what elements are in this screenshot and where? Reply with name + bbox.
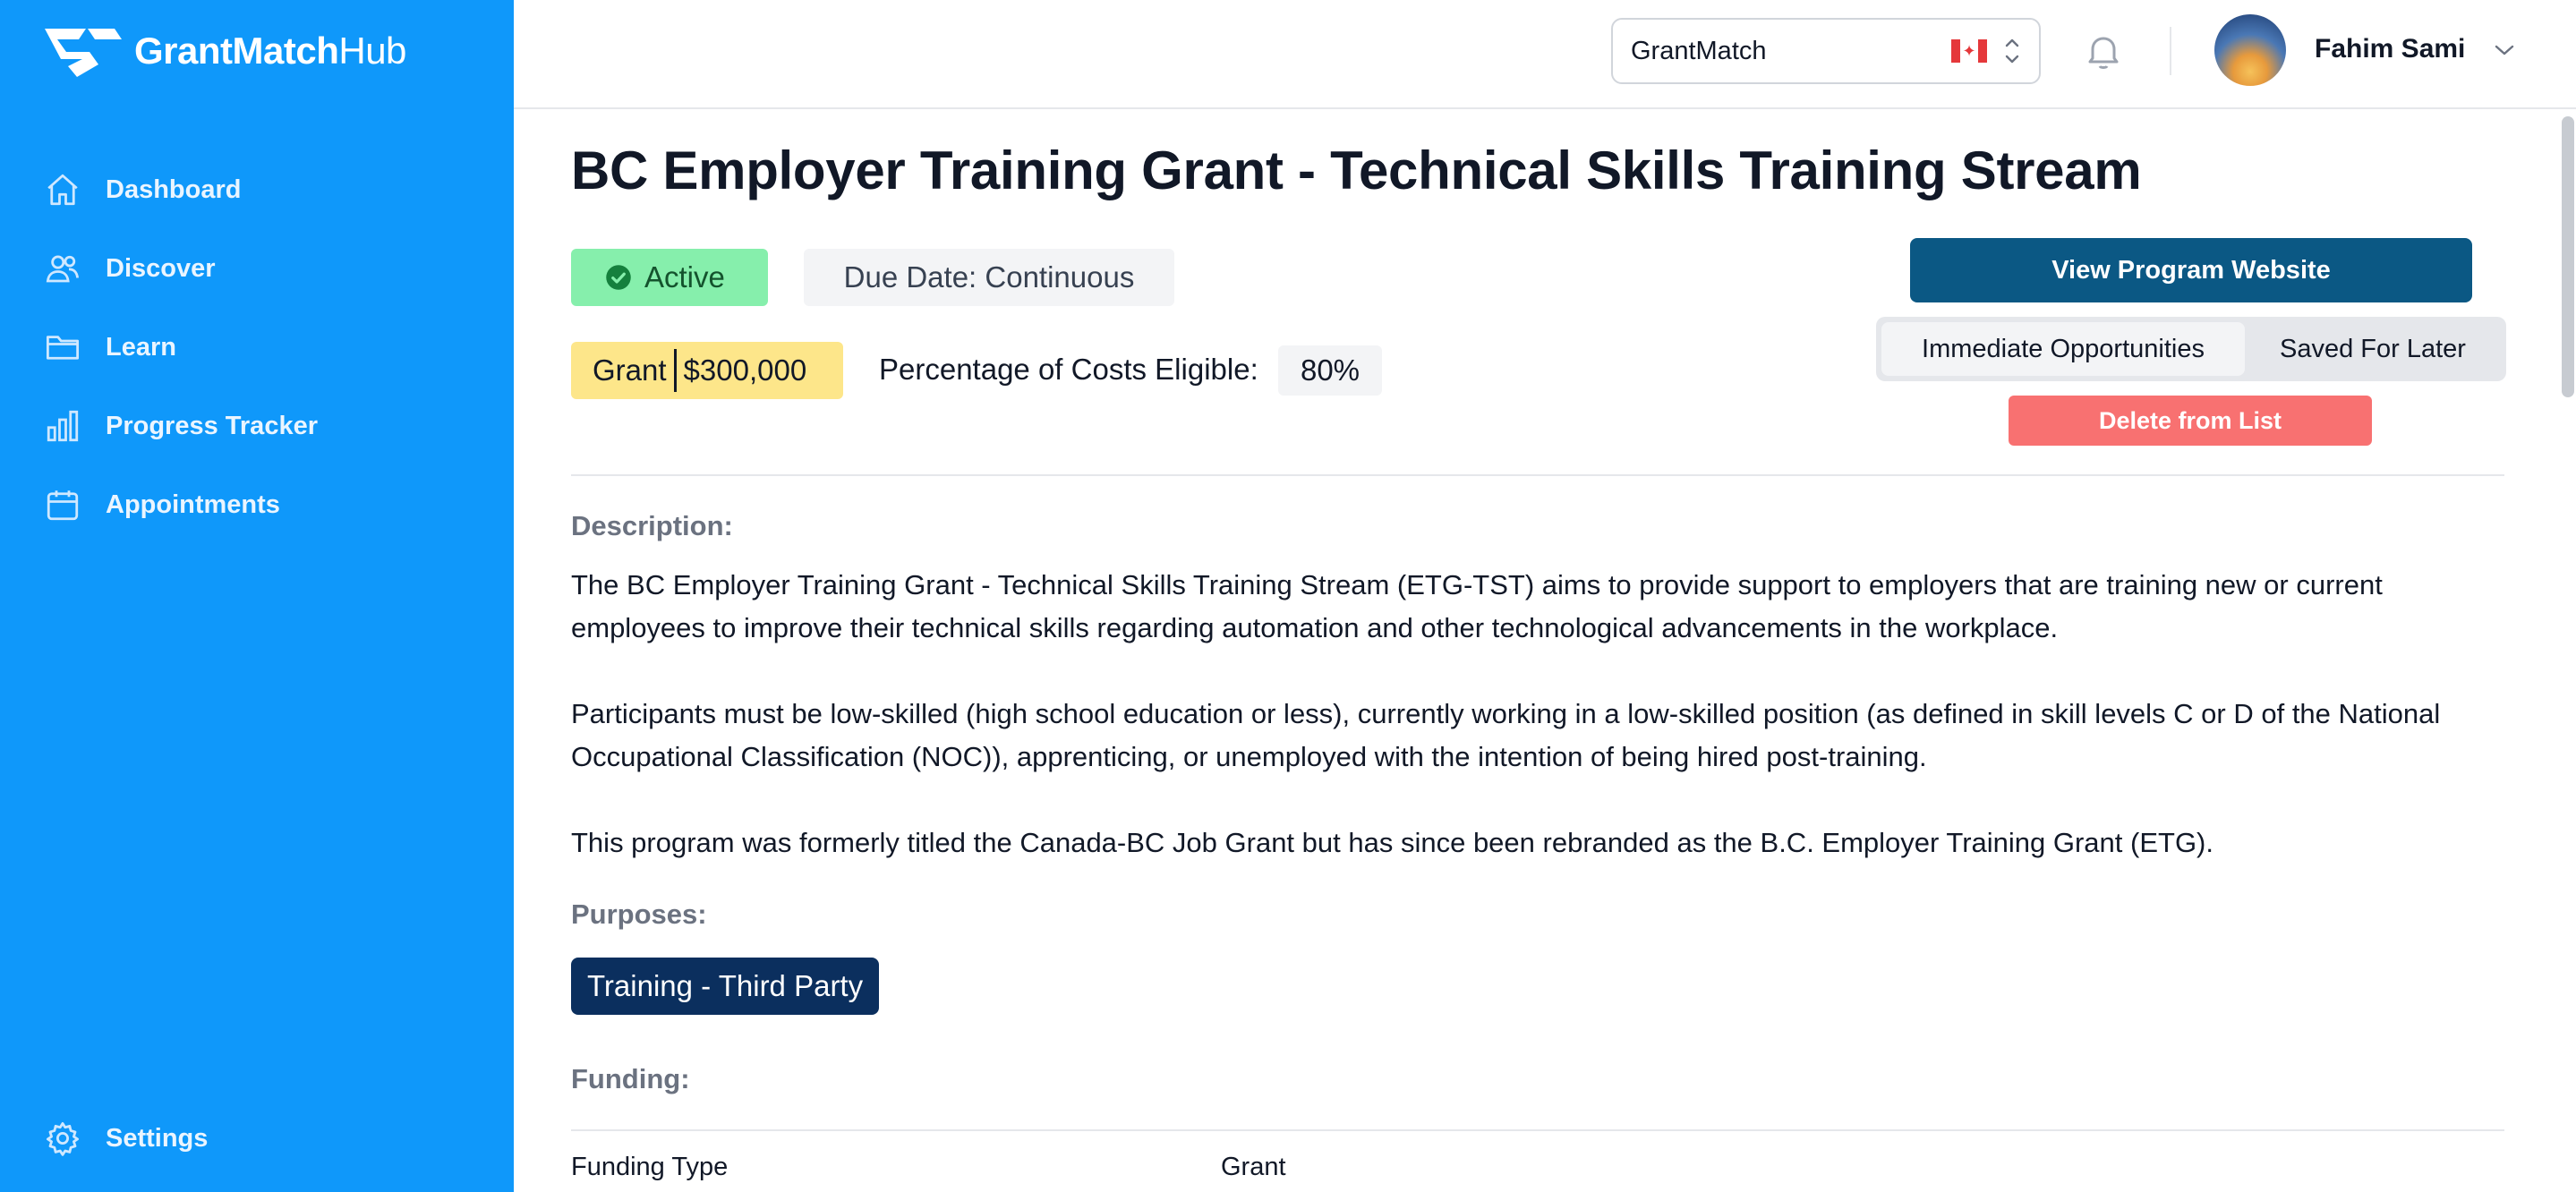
funding-amount-badge: Grant $300,000 bbox=[571, 342, 843, 399]
tab-saved-for-later[interactable]: Saved For Later bbox=[2245, 322, 2501, 376]
sidebar-nav: Dashboard Discover Learn Progress Tracke… bbox=[0, 150, 514, 544]
sidebar-item-label: Discover bbox=[106, 253, 216, 283]
sidebar-item-dashboard[interactable]: Dashboard bbox=[0, 150, 514, 229]
sidebar-item-learn[interactable]: Learn bbox=[0, 308, 514, 387]
purpose-tag: Training - Third Party bbox=[571, 958, 880, 1015]
canada-flag-icon: ✦ bbox=[1951, 39, 1987, 63]
funding-row-value: Grant bbox=[1221, 1153, 1286, 1181]
delete-from-list-button[interactable]: Delete from List bbox=[2009, 396, 2372, 446]
sidebar-item-label: Appointments bbox=[106, 490, 280, 519]
status-badge: Active bbox=[571, 249, 768, 306]
organization-select-value: GrantMatch bbox=[1631, 36, 1767, 65]
brand-name-light: Hub bbox=[338, 30, 406, 72]
sidebar-item-label: Settings bbox=[106, 1123, 209, 1153]
due-date-badge: Due Date: Continuous bbox=[804, 249, 1174, 306]
home-icon bbox=[43, 170, 82, 209]
funding-amount: $300,000 bbox=[683, 353, 807, 387]
folder-icon bbox=[43, 328, 82, 367]
due-date-label: Due Date: Continuous bbox=[843, 260, 1135, 294]
sidebar-item-label: Progress Tracker bbox=[106, 411, 318, 440]
top-bar: GrantMatch ✦ Fahim Sami bbox=[514, 0, 2576, 109]
sidebar-item-appointments[interactable]: Appointments bbox=[0, 465, 514, 544]
description-heading: Description: bbox=[571, 510, 733, 541]
view-program-website-button[interactable]: View Program Website bbox=[1910, 238, 2472, 302]
badge-separator bbox=[673, 349, 677, 392]
page-scrollbar[interactable] bbox=[2562, 116, 2574, 397]
percentage-eligible-label: Percentage of Costs Eligible: bbox=[879, 353, 1258, 386]
sidebar-settings: Settings bbox=[0, 1099, 514, 1178]
user-name[interactable]: Fahim Sami bbox=[2315, 34, 2465, 64]
tab-immediate-opportunities[interactable]: Immediate Opportunities bbox=[1881, 322, 2245, 376]
notification-bell-icon[interactable] bbox=[2082, 29, 2125, 73]
sidebar-item-discover[interactable]: Discover bbox=[0, 229, 514, 308]
description-paragraph-2: Participants must be low-skilled (high s… bbox=[571, 698, 2441, 772]
sidebar-item-progress-tracker[interactable]: Progress Tracker bbox=[0, 387, 514, 465]
user-avatar[interactable] bbox=[2214, 14, 2286, 86]
sidebar-item-label: Dashboard bbox=[106, 175, 242, 204]
users-icon bbox=[43, 249, 82, 288]
grantmatch-logo-icon bbox=[45, 29, 122, 77]
calendar-icon bbox=[43, 485, 82, 524]
brand-name: GrantMatchHub bbox=[134, 30, 406, 72]
sidebar-item-settings[interactable]: Settings bbox=[0, 1099, 514, 1178]
check-circle-icon bbox=[606, 265, 631, 290]
chevron-up-down-icon bbox=[2005, 38, 2019, 64]
funding-type-label: Grant bbox=[593, 353, 667, 387]
funding-row-key: Funding Type bbox=[571, 1153, 729, 1181]
funding-heading: Funding: bbox=[571, 1063, 690, 1094]
funding-table-divider bbox=[571, 1129, 2504, 1131]
list-segmented-control: Immediate Opportunities Saved For Later bbox=[1876, 317, 2506, 381]
purposes-heading: Purposes: bbox=[571, 898, 707, 930]
topbar-divider bbox=[2170, 27, 2171, 75]
description-paragraph-3: This program was formerly titled the Can… bbox=[571, 827, 2213, 858]
section-divider bbox=[571, 474, 2504, 476]
brand-name-bold: GrantMatch bbox=[134, 30, 339, 72]
status-label: Active bbox=[644, 260, 725, 294]
description-paragraph-1: The BC Employer Training Grant - Technic… bbox=[571, 569, 2383, 643]
page-title: BC Employer Training Grant - Technical S… bbox=[571, 140, 2142, 200]
sidebar: GrantMatchHub Dashboard Discover Learn P… bbox=[0, 0, 514, 1192]
chevron-down-icon[interactable] bbox=[2492, 39, 2517, 61]
percentage-eligible-value: 80% bbox=[1278, 345, 1382, 396]
organization-select[interactable]: GrantMatch ✦ bbox=[1611, 18, 2041, 84]
bar-chart-icon bbox=[43, 406, 82, 446]
sidebar-item-label: Learn bbox=[106, 332, 176, 362]
gear-icon bbox=[43, 1119, 82, 1158]
brand-logo[interactable]: GrantMatchHub bbox=[39, 20, 406, 82]
